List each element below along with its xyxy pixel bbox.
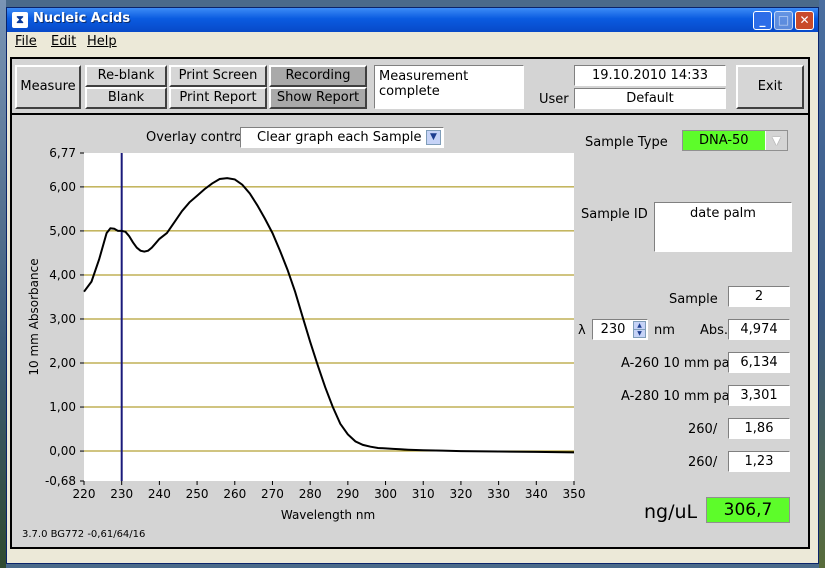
x-tick-label: 270 [261,487,284,501]
main-panel: Measure Re-blank Blank Print Screen Prin… [10,57,810,549]
y-tick-label: 6,00 [49,180,76,194]
x-tick-label: 340 [525,487,548,501]
close-icon[interactable]: ✕ [795,11,814,30]
menu-help-label: Help [87,34,117,49]
x-tick-label: 250 [186,487,209,501]
y-axis-ticks: 6,77 6,00 5,00 4,00 3,00 2,00 1,00 0,00 -0,68 [45,146,84,488]
x-tick-label: 280 [299,487,322,501]
x-tick-label: 220 [73,487,96,501]
x-tick-label: 230 [110,487,133,501]
sample-type-value: DNA-50 [699,133,749,148]
y-tick-label: 1,00 [49,400,76,414]
lambda-symbol: λ [578,323,586,338]
a280-value: 3,301 [728,385,790,406]
x-axis-title: Wavelength nm [281,508,375,522]
wavelength-stepper[interactable]: 230 ▲ ▼ [592,319,648,340]
plot-area [84,153,574,481]
concentration-value: 306,7 [706,497,790,523]
menu-help[interactable]: Help [87,34,117,49]
x-tick-label: 290 [336,487,359,501]
x-tick-label: 300 [374,487,397,501]
lambda-unit: nm [654,323,675,338]
menu-bar: File Edit Help [7,32,818,52]
y-axis-title: 10 mm Absorbance [27,258,41,375]
ratio-260-label-1: 260/ [688,422,718,437]
sample-type-select[interactable]: DNA-50 ▼ [682,130,788,151]
x-tick-label: 310 [412,487,435,501]
y-tick-label: -0,68 [45,474,76,488]
menu-edit-label: Edit [51,34,77,49]
abs-value: 4,974 [728,319,790,340]
ratio-260-label-2: 260/ [688,455,718,470]
a260-value: 6,134 [728,352,790,373]
window-title: Nucleic Acids [33,11,131,26]
sample-id-field[interactable]: date palm [654,202,792,252]
a260-label: A-260 10 mm path [621,356,743,371]
y-tick-label: 4,00 [49,268,76,282]
x-tick-label: 350 [563,487,586,501]
desktop-background-right [819,0,825,568]
abs-label: Abs. [700,323,729,338]
ratio-260-value-1: 1,86 [728,418,790,439]
concentration-label: ng/uL [644,501,698,523]
version-info: 3.7.0 BG772 -0,61/64/16 [22,529,146,540]
maximize-icon: □ [774,11,793,30]
sample-id-label: Sample ID [581,207,648,222]
ratio-260-value-2: 1,23 [728,451,790,472]
app-icon: ⧗ [12,12,28,28]
stepper-down-icon[interactable]: ▼ [633,329,646,338]
a280-label: A-280 10 mm path [621,389,743,404]
x-tick-label: 240 [148,487,171,501]
y-tick-label: 2,00 [49,356,76,370]
x-axis-ticks: 220 230 240 250 260 270 280 290 300 310 320 330 340 3… [73,481,586,501]
menu-file[interactable]: File [15,34,37,49]
y-tick-label: 3,00 [49,312,76,326]
x-tick-label: 330 [487,487,510,501]
y-tick-label: 6,77 [49,146,76,160]
wavelength-value: 230 [600,322,626,337]
menu-file-label: File [15,34,37,49]
minimize-icon[interactable]: _ [753,11,772,30]
sample-label: Sample [669,292,718,307]
x-tick-label: 320 [449,487,472,501]
title-bar[interactable]: ⧗ Nucleic Acids _ □ ✕ [7,8,818,32]
sample-number-field: 2 [728,286,790,307]
y-tick-label: 5,00 [49,224,76,238]
chevron-down-icon[interactable]: ▼ [765,131,787,150]
x-tick-label: 260 [223,487,246,501]
y-tick-label: 0,00 [49,444,76,458]
menu-edit[interactable]: Edit [51,34,76,49]
sample-type-label: Sample Type [585,135,668,150]
